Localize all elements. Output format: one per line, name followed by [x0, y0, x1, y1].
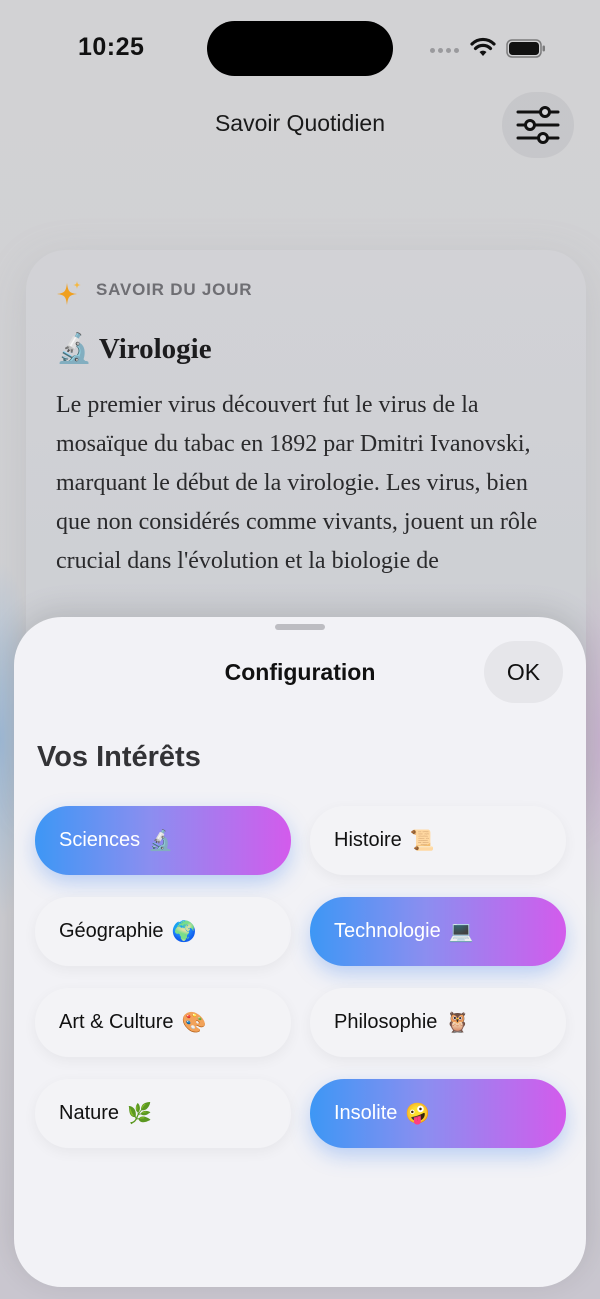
dynamic-island [207, 21, 393, 76]
interest-chip-geographie[interactable]: Géographie 🌍 [35, 897, 291, 966]
card-title: 🔬 Virologie [56, 333, 212, 365]
interest-chip-insolite[interactable]: Insolite 🤪 [310, 1079, 566, 1148]
herb-icon: 🌿 [127, 1103, 152, 1125]
configuration-sheet: Configuration OK Vos Intérêts Sciences 🔬 … [14, 617, 586, 1287]
interest-chip-sciences[interactable]: Sciences 🔬 [35, 806, 291, 875]
globe-icon: 🌍 [171, 921, 197, 943]
palette-icon: 🎨 [181, 1012, 207, 1034]
chip-label: Insolite [334, 1102, 398, 1124]
card-kicker: SAVOIR DU JOUR [96, 280, 253, 299]
chip-label: Géographie [59, 920, 164, 942]
chip-label: Histoire [334, 829, 402, 851]
ok-button[interactable]: OK [484, 641, 563, 703]
microscope-icon: 🔬 [148, 830, 174, 852]
chip-label: Technologie [334, 920, 441, 942]
status-time: 10:25 [78, 33, 145, 61]
chip-label: Philosophie [334, 1011, 438, 1033]
sliders-icon [516, 106, 560, 144]
chip-label: Nature [59, 1102, 120, 1124]
interest-chip-art-culture[interactable]: Art & Culture 🎨 [35, 988, 291, 1057]
scroll-icon: 📜 [409, 830, 435, 852]
interest-chip-technologie[interactable]: Technologie 💻 [310, 897, 566, 966]
app-screen: 10:25 Savoir Quotidien SAVOIR DU JOUR 🔬 … [0, 0, 600, 1299]
interest-chip-nature[interactable]: Nature 🌿 [35, 1079, 291, 1148]
chip-label: Sciences [59, 829, 141, 851]
interest-chip-philosophie[interactable]: Philosophie 🦉 [310, 988, 566, 1057]
card-body: Le premier virus découvert fut le virus … [56, 392, 538, 574]
sparkles-icon [57, 281, 81, 305]
laptop-icon: 💻 [448, 921, 474, 943]
battery-icon [506, 39, 545, 58]
interests-title: Vos Intérêts [37, 741, 201, 773]
wifi-icon [470, 37, 496, 56]
zany-face-icon: 🤪 [405, 1103, 431, 1125]
interest-chip-histoire[interactable]: Histoire 📜 [310, 806, 566, 875]
sheet-grabber[interactable] [275, 624, 325, 630]
settings-button[interactable] [502, 92, 574, 158]
chip-label: Art & Culture [59, 1011, 174, 1033]
owl-icon: 🦉 [445, 1012, 471, 1034]
cellular-signal-icon [430, 45, 460, 55]
status-bar: 10:25 [0, 0, 600, 100]
